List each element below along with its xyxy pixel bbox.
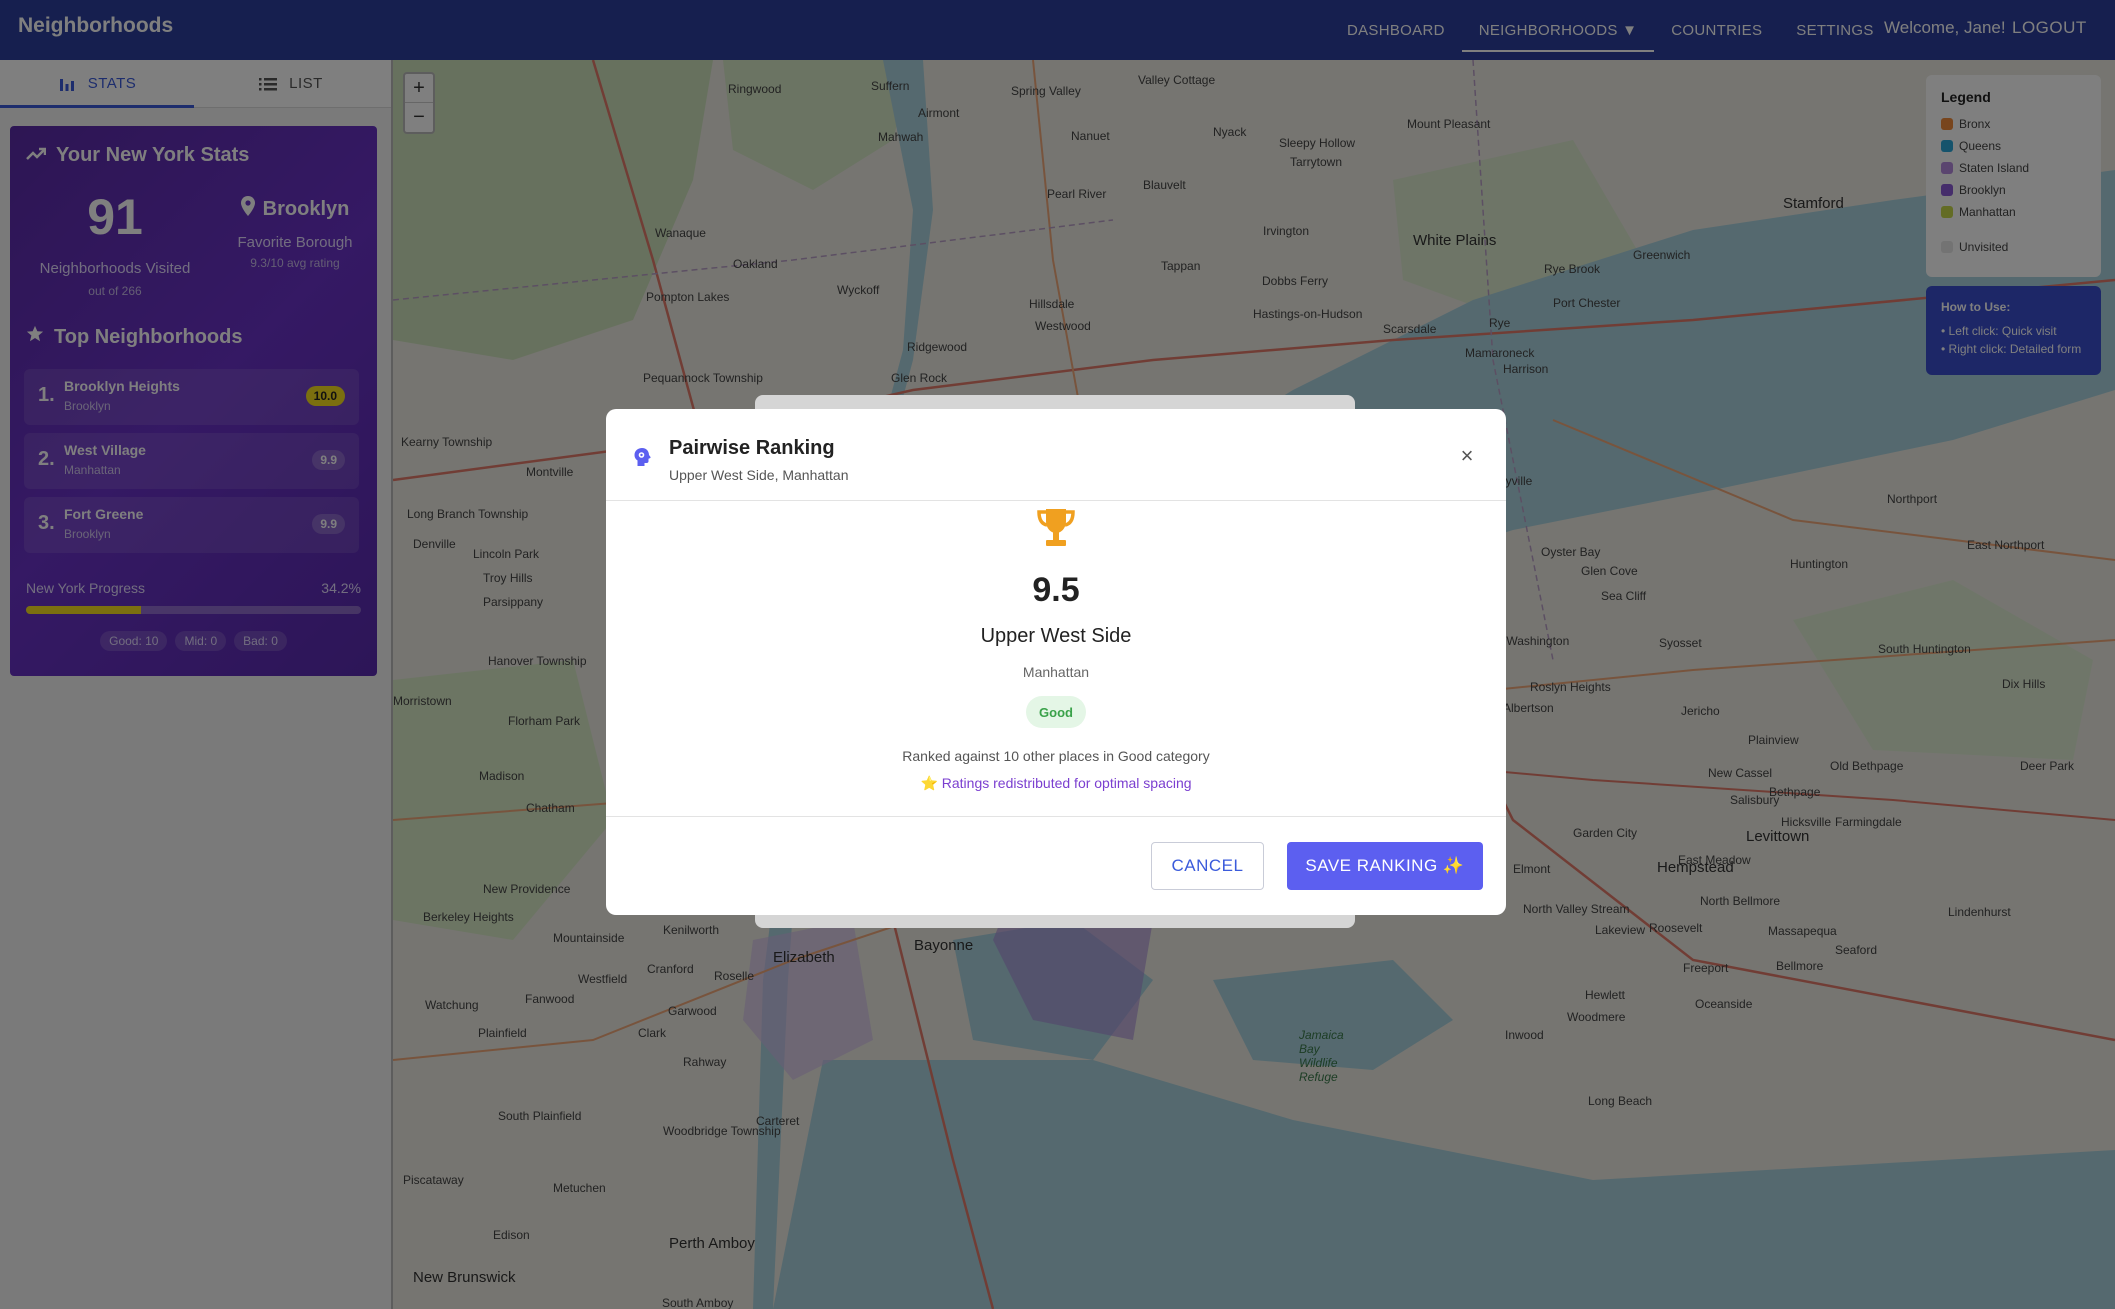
redistributed-note: ⭐ Ratings redistributed for optimal spac… [920,775,1192,791]
dialog-subtitle: Upper West Side, Manhattan [669,467,849,483]
pairwise-ranking-dialog: Pairwise Ranking Upper West Side, Manhat… [606,409,1506,915]
trophy-icon [1036,507,1076,554]
ranking-score: 9.5 [1032,571,1080,609]
save-ranking-button[interactable]: SAVE RANKING ✨ [1287,842,1483,890]
dialog-title: Pairwise Ranking [669,437,835,459]
category-badge: Good [1026,696,1086,728]
brain-icon [633,447,651,472]
neighborhood-name: Upper West Side [980,625,1132,647]
neighborhood-borough: Manhattan [1022,664,1090,680]
ranked-against-text: Ranked against 10 other places in Good c… [902,748,1210,764]
dialog-header: Pairwise Ranking Upper West Side, Manhat… [606,409,1506,501]
cancel-button[interactable]: CANCEL [1151,842,1264,890]
close-icon[interactable]: × [1457,443,1477,468]
